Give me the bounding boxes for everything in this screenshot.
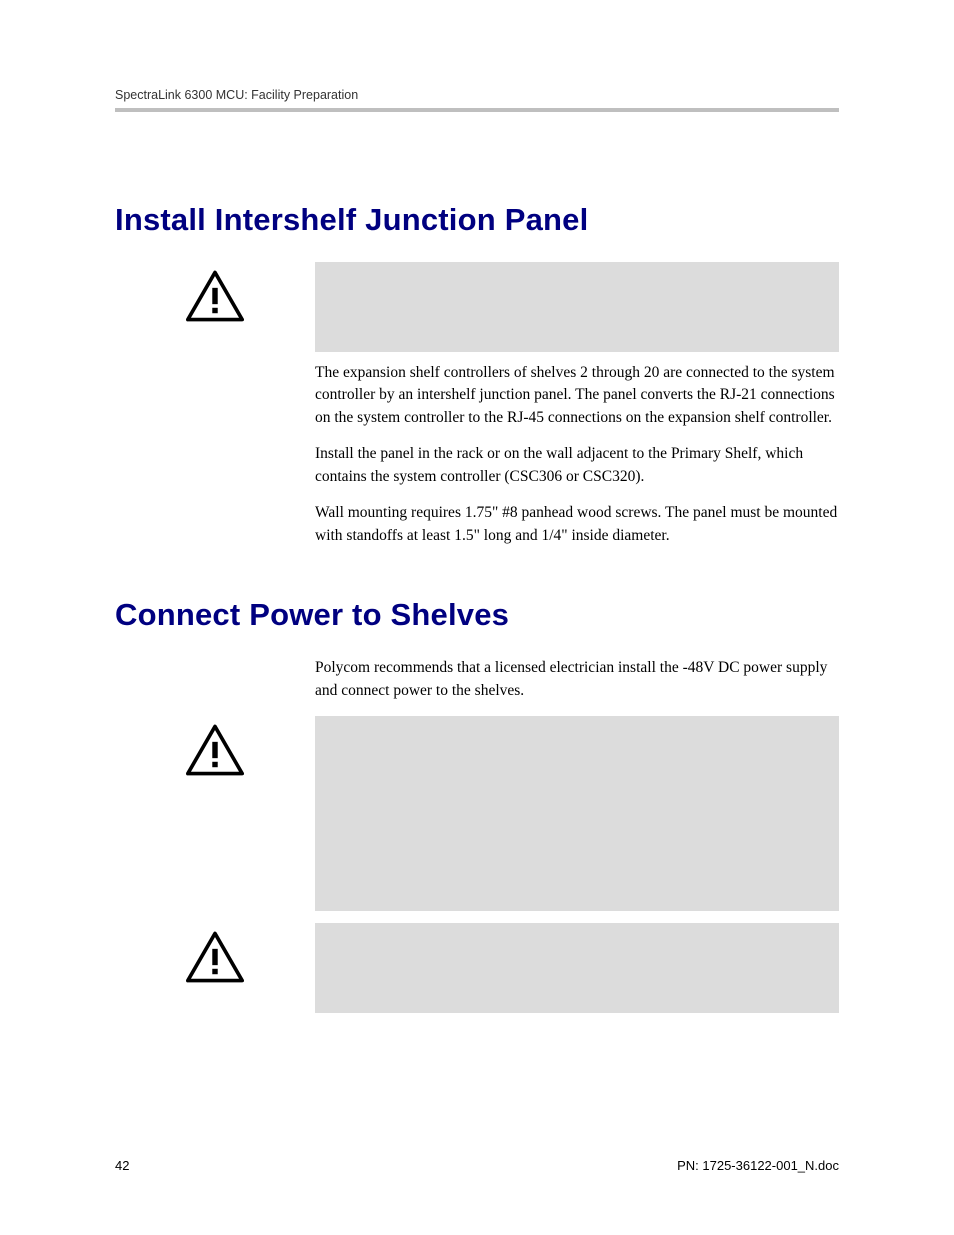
warning-callout-1 bbox=[115, 262, 839, 352]
body-paragraph: Wall mounting requires 1.75" #8 panhead … bbox=[315, 502, 839, 547]
body-paragraph: The expansion shelf controllers of shelv… bbox=[315, 362, 839, 429]
body-paragraph: Polycom recommends that a licensed elect… bbox=[315, 657, 839, 702]
warning-icon bbox=[186, 931, 244, 988]
header-divider bbox=[115, 108, 839, 112]
document-id: PN: 1725-36122-001_N.doc bbox=[677, 1158, 839, 1173]
warning-icon bbox=[186, 724, 244, 781]
page-footer: 42 PN: 1725-36122-001_N.doc bbox=[115, 1158, 839, 1173]
section-heading-install: Install Intershelf Junction Panel bbox=[115, 202, 839, 238]
callout-box-1 bbox=[315, 262, 839, 352]
page-number: 42 bbox=[115, 1158, 129, 1173]
warning-callout-3 bbox=[115, 923, 839, 1013]
callout-box-2 bbox=[315, 716, 839, 911]
warning-callout-2 bbox=[115, 716, 839, 911]
callout-box-3 bbox=[315, 923, 839, 1013]
running-header: SpectraLink 6300 MCU: Facility Preparati… bbox=[115, 88, 839, 102]
warning-icon bbox=[186, 270, 244, 327]
section-heading-connect: Connect Power to Shelves bbox=[115, 597, 839, 633]
body-paragraph: Install the panel in the rack or on the … bbox=[315, 443, 839, 488]
